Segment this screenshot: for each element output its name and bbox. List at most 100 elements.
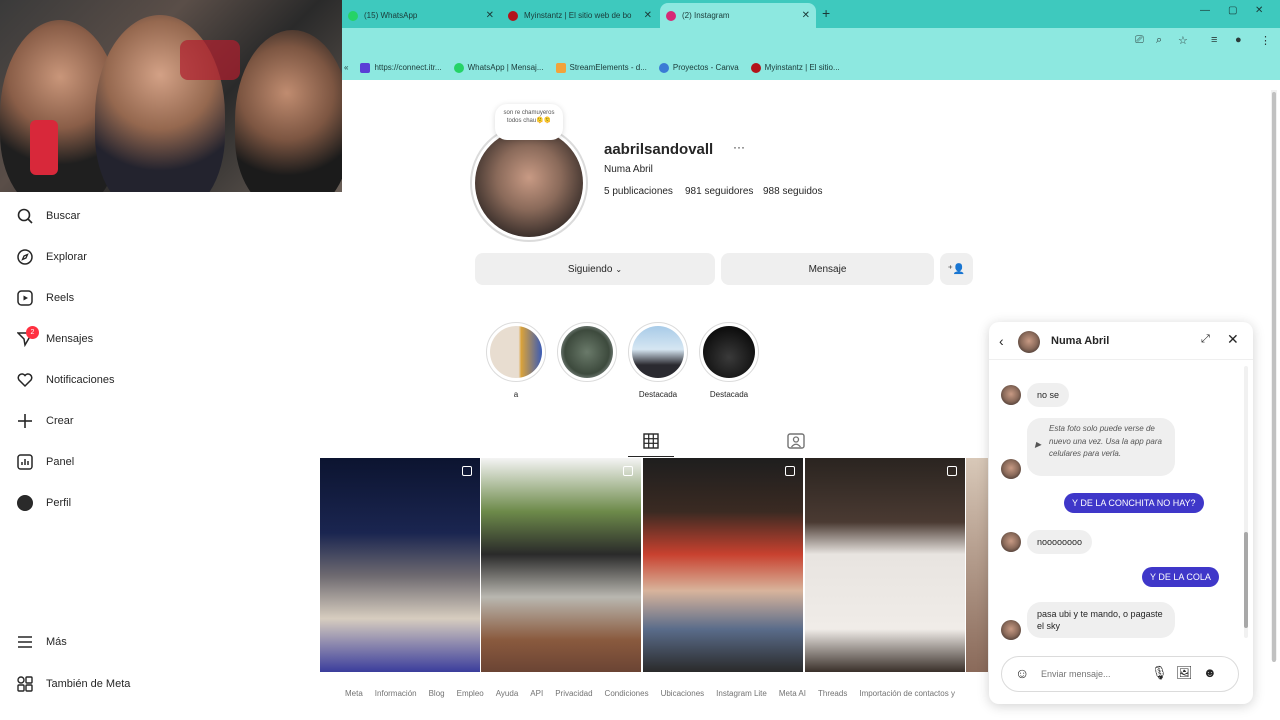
carousel-icon [462,466,472,476]
chat-contact-name[interactable]: Numa Abril [1051,335,1109,347]
sidebar-item-label: Explorar [46,251,87,263]
sidebar-item-profile[interactable]: Perfil [16,493,71,513]
streamelements-icon [555,62,566,73]
footer-link[interactable]: Importación de contactos y [859,689,955,698]
page-scrollbar-thumb[interactable] [1272,92,1276,662]
highlight-item[interactable] [699,322,759,382]
tagged-user-icon [787,433,805,453]
sidebar-item-also-from-meta[interactable]: También de Meta [16,674,130,694]
bookmark-item[interactable]: StreamElements - d... [555,62,647,73]
myinstants-icon [750,62,761,73]
highlight-item[interactable] [486,322,546,382]
microphone-icon[interactable]: 🎙 [1151,665,1168,681]
sidebar-item-search[interactable]: Buscar [16,206,80,226]
sidebar-item-label: Más [46,636,67,648]
footer-link[interactable]: Empleo [457,689,484,698]
post-thumbnail[interactable] [805,458,965,672]
suggest-user-button[interactable]: ⁺👤 [940,253,973,285]
extensions-icon[interactable]: ≡ [1211,34,1217,46]
expand-icon[interactable]: ⤢ [1201,333,1210,346]
bookmark-item[interactable]: Myinstantz | El sitio... [750,62,840,73]
message-bubble-outgoing[interactable]: Y DE LA CONCHITA NO HAY? [1064,493,1204,513]
active-tab-indicator [628,456,674,457]
tagged-tab[interactable] [787,433,805,454]
footer-link[interactable]: Instagram Lite [716,689,767,698]
bookmark-item[interactable]: https://connect.itr... [360,62,442,73]
chat-scrollbar-thumb[interactable] [1244,532,1248,628]
sidebar-item-dashboard[interactable]: Panel [16,452,74,472]
bookmark-star-icon[interactable]: ☆ [1178,34,1188,47]
sidebar-item-notifications[interactable]: Notificaciones [16,370,114,390]
footer-link[interactable]: Meta AI [779,689,806,698]
following-button[interactable]: Siguiendo ⌄ [475,253,715,285]
footer-link[interactable]: Información [375,689,417,698]
browser-tab-instagram[interactable]: (2) Instagram ✕ [660,3,816,28]
close-tab-icon[interactable]: ✕ [802,10,810,21]
dashboard-icon [16,453,34,471]
footer-link[interactable]: Blog [429,689,445,698]
message-bubble-incoming[interactable]: pasa ubi y te mando, o pagaste el sky [1027,602,1175,638]
message-bubble-incoming[interactable]: no se [1027,383,1070,407]
chat-avatar[interactable] [1018,331,1040,353]
post-thumbnail[interactable] [320,458,480,672]
message-bubble-view-once[interactable]: ▶ Esta foto solo puede verse de nuevo un… [1027,418,1175,476]
back-arrow-icon[interactable]: ‹ [999,333,1004,349]
footer-link[interactable]: Meta [345,689,363,698]
sidebar-item-reels[interactable]: Reels [16,288,74,308]
highlight-item[interactable] [557,322,617,382]
zoom-icon[interactable]: ⌕ [1156,34,1162,47]
emoji-icon[interactable]: ☺ [1015,665,1029,681]
browser-tab-whatsapp[interactable]: (15) WhatsApp ✕ [342,3,500,28]
browser-menu-icon[interactable]: ⋮ [1260,34,1271,47]
message-button-label: Mensaje [808,263,847,275]
close-tab-icon[interactable]: ✕ [486,10,494,21]
browser-tab-myinstants[interactable]: Myinstantz | El sitio web de bo ✕ [502,3,658,28]
close-tab-icon[interactable]: ✕ [644,10,652,21]
profile-photo [475,129,583,237]
bookmark-favicon-icon [360,62,371,73]
footer-link[interactable]: Threads [818,689,847,698]
bookmark-item[interactable]: WhatsApp | Mensaj... [453,62,544,73]
close-chat-icon[interactable]: ✕ [1227,331,1239,348]
new-tab-button[interactable]: + [822,5,830,21]
footer-link[interactable]: API [530,689,543,698]
unread-badge: 2 [26,326,39,339]
maximize-icon[interactable]: ▢ [1228,5,1237,16]
sidebar-item-create[interactable]: Crear [16,411,74,431]
post-thumbnail[interactable] [643,458,803,672]
sticker-icon[interactable]: ☻ [1203,665,1217,680]
posts-grid-tab[interactable] [643,433,659,454]
sidebar-item-label: Perfil [46,497,72,509]
bookmark-overflow-icon[interactable]: « [344,63,348,72]
post-thumbnail[interactable] [966,458,988,672]
url-field[interactable] [342,31,1122,52]
profile-note[interactable]: son re chamuyeros todos chau🫠🫠 [495,104,563,140]
bookmark-item[interactable]: Proyectos - Canva [658,62,739,73]
highlight-item[interactable] [628,322,688,382]
message-input[interactable] [1041,664,1139,684]
message-bubble-incoming[interactable]: noooooooo [1027,530,1093,554]
sidebar-item-explore[interactable]: Explorar [16,247,87,267]
footer-link[interactable]: Ubicaciones [661,689,705,698]
post-thumbnail[interactable] [481,458,641,672]
profile-icon[interactable]: ● [1235,34,1242,46]
message-bubble-outgoing[interactable]: Y DE LA COLA [1142,567,1219,587]
message-button[interactable]: Mensaje [721,253,934,285]
image-icon[interactable]: 🖼 [1176,665,1193,681]
highlight-cover [490,326,542,378]
followers-count[interactable]: 981 seguidores [685,186,753,197]
options-ellipsis-icon[interactable]: ··· [733,140,745,154]
footer-link[interactable]: Ayuda [496,689,519,698]
profile-avatar-icon [16,494,34,512]
following-count[interactable]: 988 seguidos [763,186,823,197]
sidebar-item-more[interactable]: Más [16,632,67,652]
footer-link[interactable]: Condiciones [605,689,649,698]
window-close-icon[interactable]: ✕ [1255,5,1263,16]
sidebar-item-messages[interactable]: 2 Mensajes [16,326,93,349]
cast-icon[interactable]: ⎚ [1135,34,1144,47]
sidebar-item-label: Buscar [46,210,81,222]
sender-avatar [1001,532,1021,552]
profile-avatar[interactable] [470,124,588,242]
minimize-icon[interactable]: — [1200,5,1210,16]
footer-link[interactable]: Privacidad [555,689,592,698]
